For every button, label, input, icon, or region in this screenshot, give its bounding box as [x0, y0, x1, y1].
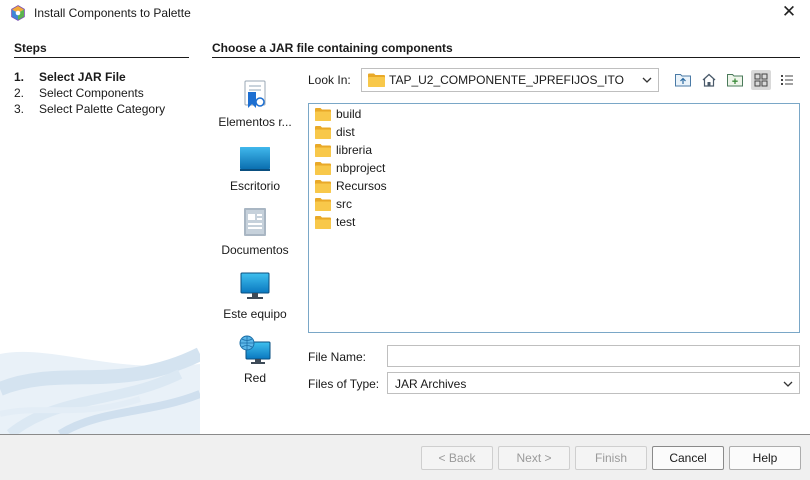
list-item[interactable]: Recursos: [315, 177, 387, 195]
recent-items-icon: [244, 80, 266, 108]
place-recent-items[interactable]: Elementos r...: [215, 78, 295, 129]
home-icon: [702, 73, 716, 87]
file-name: test: [336, 215, 356, 229]
list-view-button[interactable]: [751, 70, 771, 90]
place-network[interactable]: Red: [215, 334, 295, 385]
new-folder-button[interactable]: [725, 70, 745, 90]
file-name-input[interactable]: [387, 345, 800, 367]
step-number: 3.: [14, 102, 25, 116]
place-label: Documentos: [221, 243, 289, 257]
steps-panel: Steps 1. Select JAR File 2. Select Compone…: [0, 34, 200, 434]
place-label: Red: [243, 371, 266, 385]
list-item[interactable]: dist: [315, 123, 355, 141]
look-in-label: Look In:: [308, 73, 351, 87]
content-header: Choose a JAR file containing components: [212, 41, 800, 58]
list-item[interactable]: libreria: [315, 141, 372, 159]
list-item[interactable]: test: [315, 213, 355, 231]
finish-button[interactable]: Finish: [575, 446, 647, 470]
place-this-pc[interactable]: Este equipo: [215, 270, 295, 321]
folder-icon: [315, 107, 331, 121]
list-view-icon: [754, 73, 768, 87]
steps-list: 1. Select JAR File 2. Select Components 3.…: [14, 69, 165, 117]
file-name: libreria: [336, 143, 373, 157]
step-select-components: 2. Select Components: [14, 85, 165, 101]
place-desktop[interactable]: Escritorio: [215, 142, 295, 193]
place-label: Elementos r...: [218, 115, 292, 129]
file-name: src: [336, 197, 352, 211]
back-button[interactable]: < Back: [421, 446, 493, 470]
folder-icon: [315, 197, 331, 211]
chevron-down-icon: [642, 77, 652, 83]
this-pc-icon: [240, 272, 270, 299]
step-select-jar: 1. Select JAR File: [14, 69, 165, 85]
step-label: Select JAR File: [39, 70, 126, 84]
file-name: nbproject: [336, 161, 386, 175]
file-name: Recursos: [336, 179, 387, 193]
cancel-button[interactable]: Cancel: [652, 446, 724, 470]
folder-icon: [315, 179, 331, 193]
place-label: Escritorio: [229, 179, 280, 193]
look-in-value: TAP_U2_COMPONENTE_JPREFIJOS_ITO: [389, 73, 624, 87]
step-label: Select Components: [39, 86, 144, 100]
up-folder-icon: [675, 74, 691, 87]
list-item[interactable]: src: [315, 195, 352, 213]
window-title: Install Components to Palette: [34, 6, 191, 20]
file-type-label: Files of Type:: [308, 377, 380, 391]
home-button[interactable]: [699, 70, 719, 90]
file-list[interactable]: build dist libreria nbproject Recursos s…: [308, 103, 800, 333]
close-icon[interactable]: ✕: [780, 3, 798, 21]
file-name: build: [336, 107, 362, 121]
steps-header: Steps: [14, 41, 189, 58]
step-number: 2.: [14, 86, 25, 100]
network-icon: [239, 335, 271, 364]
folder-icon: [315, 143, 331, 157]
new-folder-icon: [727, 74, 743, 87]
documents-icon: [244, 208, 266, 236]
button-bar: < Back Next > Finish Cancel Help: [0, 434, 810, 480]
list-item[interactable]: build: [315, 105, 361, 123]
place-label: Este equipo: [223, 307, 287, 321]
file-type-combo[interactable]: JAR Archives: [387, 372, 800, 394]
decorative-wave-graphic: [0, 347, 200, 434]
place-documents[interactable]: Documentos: [215, 206, 295, 257]
details-view-button[interactable]: [777, 70, 797, 90]
folder-icon: [315, 161, 331, 175]
step-select-palette-category: 3. Select Palette Category: [14, 101, 165, 117]
title-bar: Install Components to Palette ✕: [0, 0, 810, 26]
step-label: Select Palette Category: [39, 102, 166, 116]
details-view-icon: [781, 75, 793, 85]
desktop-icon: [240, 147, 270, 171]
help-button[interactable]: Help: [729, 446, 801, 470]
step-number: 1.: [14, 70, 25, 84]
netbeans-app-icon: [11, 5, 25, 21]
file-name: dist: [336, 125, 355, 139]
file-name-label: File Name:: [308, 350, 367, 364]
folder-icon: [368, 73, 385, 87]
next-button[interactable]: Next >: [498, 446, 570, 470]
folder-icon: [315, 125, 331, 139]
look-in-combo[interactable]: TAP_U2_COMPONENTE_JPREFIJOS_ITO: [361, 68, 659, 92]
file-type-value: JAR Archives: [395, 377, 467, 391]
list-item[interactable]: nbproject: [315, 159, 385, 177]
up-folder-button[interactable]: [673, 70, 693, 90]
chevron-down-icon: [783, 381, 793, 387]
folder-icon: [315, 215, 331, 229]
